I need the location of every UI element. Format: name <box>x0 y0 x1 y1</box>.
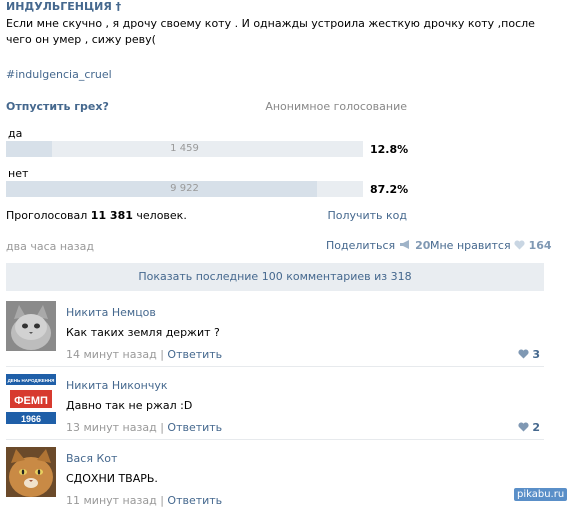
post-date[interactable]: два часа назад <box>6 240 94 253</box>
poll-option-count: 9 922 <box>170 183 199 194</box>
divider <box>6 366 544 367</box>
poll-type: Анонимное голосование <box>265 100 407 113</box>
poll-option-percent: 87.2% <box>370 183 409 196</box>
post-text: Если мне скучно , я дрочу своему коту . … <box>6 17 535 46</box>
poll-option-count: 1 459 <box>170 143 199 154</box>
comment-time[interactable]: 13 минут назад <box>66 421 157 434</box>
meta-divider: | <box>160 494 164 507</box>
get-code-link[interactable]: Получить код <box>327 209 407 222</box>
avatar-caption: ДЕНЬ НАРОДЖЕННЯ <box>8 378 55 383</box>
megaphone-icon <box>399 239 416 252</box>
voted-prefix: Проголосовал <box>6 209 88 222</box>
comment-time[interactable]: 11 минут назад <box>66 494 157 507</box>
like-label: Мне нравится <box>430 239 511 252</box>
watermark: pikabu.ru <box>514 488 568 501</box>
heart-icon <box>517 348 533 361</box>
comment-like-button[interactable]: 3 <box>517 348 540 361</box>
meta-divider: | <box>160 421 164 434</box>
avatar[interactable] <box>6 301 56 351</box>
avatar-logo-text: ФЕМП <box>14 395 48 407</box>
comment-item: ДЕНЬ НАРОДЖЕННЯ ФЕМП 1966 Никита Никончу… <box>6 374 544 434</box>
share-label: Поделиться <box>326 239 396 252</box>
post-title[interactable]: ИНДУЛЬГЕНЦИЯ † <box>6 0 121 13</box>
comment-like-count: 3 <box>532 348 540 361</box>
show-comments-button[interactable]: Показать последние 100 комментариев из 3… <box>6 263 544 291</box>
avatar[interactable]: ДЕНЬ НАРОДЖЕННЯ ФЕМП 1966 <box>6 374 56 424</box>
poll-option-percent: 12.8% <box>370 143 409 156</box>
reply-link[interactable]: Ответить <box>167 494 222 507</box>
voted-suffix: человек. <box>136 209 187 222</box>
share-button[interactable]: Поделиться 20 <box>326 239 430 252</box>
meta-divider: | <box>160 348 164 361</box>
poll-question: Отпустить грех? <box>6 100 109 113</box>
reply-link[interactable]: Ответить <box>167 348 222 361</box>
poll-option-bar[interactable]: 1 459 <box>6 141 363 157</box>
reply-link[interactable]: Ответить <box>167 421 222 434</box>
avatar-year: 1966 <box>21 414 41 424</box>
avatar[interactable] <box>6 447 56 497</box>
comment-item: Никита Немцов Как таких земля держит ? 1… <box>6 301 544 361</box>
share-count: 20 <box>415 239 431 252</box>
comment-author[interactable]: Никита Никончук <box>66 379 168 392</box>
comment-meta: 14 минут назад | Ответить <box>66 348 222 361</box>
comment-meta: 13 минут назад | Ответить <box>66 421 222 434</box>
heart-icon <box>517 421 533 434</box>
comment-text: Как таких земля держит ? <box>66 326 220 339</box>
comment-text: Давно так не ржал :D <box>66 399 193 412</box>
comment-text: СДОХНИ ТВАРЬ. <box>66 472 158 485</box>
comment-meta: 11 минут назад | Ответить <box>66 494 222 507</box>
comment-author[interactable]: Никита Немцов <box>66 306 156 319</box>
hashtag-link[interactable]: #indulgencia_cruel <box>6 68 112 81</box>
like-count: 164 <box>528 239 552 252</box>
voted-count: 11 381 <box>90 209 133 222</box>
comment-author[interactable]: Вася Кот <box>66 452 117 465</box>
comment-time[interactable]: 14 минут назад <box>66 348 157 361</box>
comment-item: Вася Кот СДОХНИ ТВАРЬ. 11 минут назад | … <box>6 447 544 507</box>
poll-option-label: да <box>8 127 23 140</box>
heart-icon <box>514 239 529 252</box>
comment-like-count: 2 <box>532 421 540 434</box>
like-button[interactable]: Мне нравится 164 <box>430 239 552 252</box>
poll-voted-summary: Проголосовал 11 381 человек. <box>6 209 187 222</box>
poll-option-label: нет <box>8 167 29 180</box>
poll-option-bar[interactable]: 9 922 <box>6 181 363 197</box>
comment-like-button[interactable]: 2 <box>517 421 540 434</box>
divider <box>6 439 544 440</box>
